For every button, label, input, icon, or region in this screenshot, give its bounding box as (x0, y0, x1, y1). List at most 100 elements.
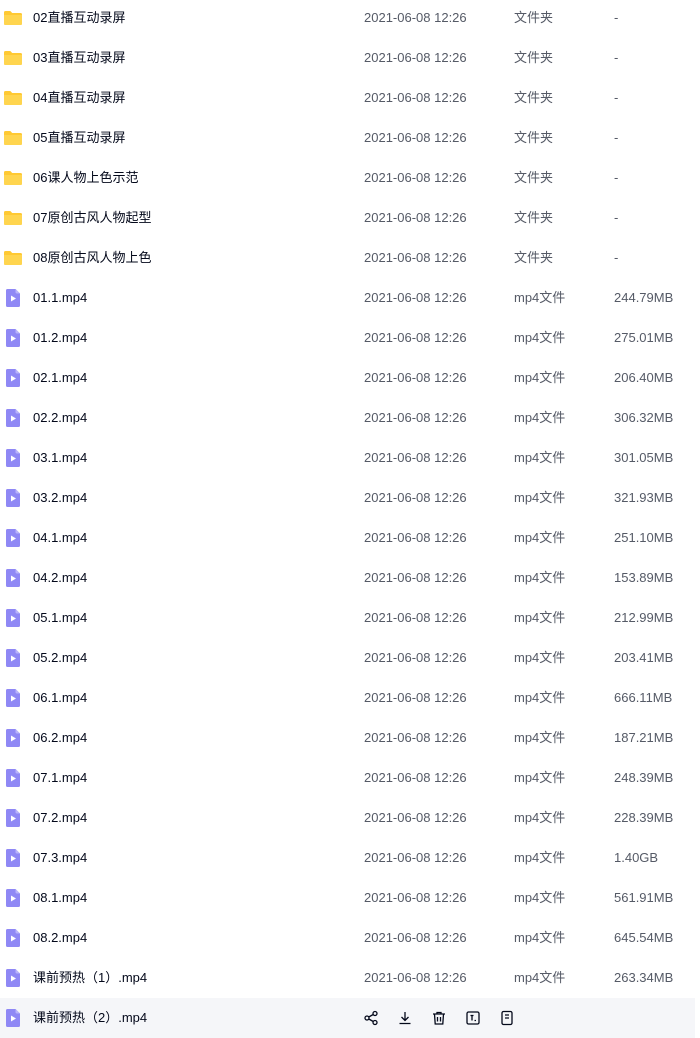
file-row[interactable]: 课前预热（1）.mp4 2021-06-08 12:26 mp4文件 263.3… (0, 958, 695, 998)
file-row[interactable]: 06.2.mp4 2021-06-08 12:26 mp4文件 187.21MB (0, 718, 695, 758)
file-date: 2021-06-08 12:26 (364, 610, 467, 625)
file-type: 文件夹 (514, 170, 554, 185)
file-row[interactable]: 02.2.mp4 2021-06-08 12:26 mp4文件 306.32MB (0, 398, 695, 438)
file-row[interactable]: 04.2.mp4 2021-06-08 12:26 mp4文件 153.89MB (0, 558, 695, 598)
file-row[interactable]: 08.1.mp4 2021-06-08 12:26 mp4文件 561.91MB (0, 878, 695, 918)
file-name[interactable]: 02.1.mp4 (33, 358, 87, 398)
file-name[interactable]: 02.2.mp4 (33, 398, 87, 438)
file-name[interactable]: 课前预热（1）.mp4 (33, 958, 147, 998)
file-type: 文件夹 (514, 250, 554, 265)
file-name[interactable]: 08原创古风人物上色 (33, 238, 151, 278)
file-date: 2021-06-08 12:26 (364, 450, 467, 465)
file-row[interactable]: 08.2.mp4 2021-06-08 12:26 mp4文件 645.54MB (0, 918, 695, 958)
video-file-icon (3, 1008, 23, 1028)
delete-icon[interactable] (428, 1007, 450, 1029)
file-size: - (614, 50, 619, 65)
video-file-icon (3, 568, 23, 588)
file-type: mp4文件 (514, 290, 566, 305)
file-type: mp4文件 (514, 810, 566, 825)
file-name[interactable]: 04.1.mp4 (33, 518, 87, 558)
file-row[interactable]: 07.2.mp4 2021-06-08 12:26 mp4文件 228.39MB (0, 798, 695, 838)
file-name[interactable]: 05直播互动录屏 (33, 118, 125, 158)
file-name[interactable]: 08.1.mp4 (33, 878, 87, 918)
file-name[interactable]: 05.1.mp4 (33, 598, 87, 638)
file-list: 02直播互动录屏 2021-06-08 12:26 文件夹 - 03直播互动录屏… (0, 0, 700, 1038)
folder-icon (3, 208, 23, 228)
file-row[interactable]: 03直播互动录屏 2021-06-08 12:26 文件夹 - (0, 38, 695, 78)
file-row-hovered[interactable]: 课前预热（2）.mp4 (0, 998, 695, 1038)
file-size: 263.34MB (614, 970, 674, 985)
file-type: mp4文件 (514, 730, 566, 745)
file-row[interactable]: 06课人物上色示范 2021-06-08 12:26 文件夹 - (0, 158, 695, 198)
file-date: 2021-06-08 12:26 (364, 810, 467, 825)
file-row[interactable]: 05.2.mp4 2021-06-08 12:26 mp4文件 203.41MB (0, 638, 695, 678)
file-name[interactable]: 01.2.mp4 (33, 318, 87, 358)
video-file-icon (3, 288, 23, 308)
video-file-icon (3, 928, 23, 948)
file-size: - (614, 210, 619, 225)
file-row[interactable]: 06.1.mp4 2021-06-08 12:26 mp4文件 666.11MB (0, 678, 695, 718)
file-name[interactable]: 07原创古风人物起型 (33, 198, 151, 238)
file-type: mp4文件 (514, 330, 566, 345)
file-row[interactable]: 05直播互动录屏 2021-06-08 12:26 文件夹 - (0, 118, 695, 158)
file-size: 203.41MB (614, 650, 674, 665)
file-row[interactable]: 01.2.mp4 2021-06-08 12:26 mp4文件 275.01MB (0, 318, 695, 358)
file-name[interactable]: 03.2.mp4 (33, 478, 87, 518)
file-row[interactable]: 05.1.mp4 2021-06-08 12:26 mp4文件 212.99MB (0, 598, 695, 638)
file-date: 2021-06-08 12:26 (364, 650, 467, 665)
file-date: 2021-06-08 12:26 (364, 730, 467, 745)
file-name[interactable]: 07.3.mp4 (33, 838, 87, 878)
file-row[interactable]: 02直播互动录屏 2021-06-08 12:26 文件夹 - (0, 0, 695, 38)
file-row[interactable]: 08原创古风人物上色 2021-06-08 12:26 文件夹 - (0, 238, 695, 278)
file-name[interactable]: 04直播互动录屏 (33, 78, 125, 118)
file-name[interactable]: 01.1.mp4 (33, 278, 87, 318)
file-name[interactable]: 05.2.mp4 (33, 638, 87, 678)
file-size: 244.79MB (614, 290, 674, 305)
file-size: 301.05MB (614, 450, 674, 465)
folder-icon (3, 248, 23, 268)
download-icon[interactable] (394, 1007, 416, 1029)
file-name[interactable]: 08.2.mp4 (33, 918, 87, 958)
file-type: mp4文件 (514, 650, 566, 665)
file-row[interactable]: 04.1.mp4 2021-06-08 12:26 mp4文件 251.10MB (0, 518, 695, 558)
file-row[interactable]: 03.1.mp4 2021-06-08 12:26 mp4文件 301.05MB (0, 438, 695, 478)
file-type: mp4文件 (514, 610, 566, 625)
file-name[interactable]: 06.1.mp4 (33, 678, 87, 718)
video-file-icon (3, 528, 23, 548)
file-type: 文件夹 (514, 50, 554, 65)
file-row[interactable]: 01.1.mp4 2021-06-08 12:26 mp4文件 244.79MB (0, 278, 695, 318)
folder-icon (3, 168, 23, 188)
file-name[interactable]: 课前预热（2）.mp4 (33, 998, 147, 1038)
file-type: mp4文件 (514, 410, 566, 425)
file-size: 666.11MB (614, 690, 673, 705)
file-date: 2021-06-08 12:26 (364, 570, 467, 585)
file-row[interactable]: 02.1.mp4 2021-06-08 12:26 mp4文件 206.40MB (0, 358, 695, 398)
file-date: 2021-06-08 12:26 (364, 370, 467, 385)
more-icon[interactable] (496, 1007, 518, 1029)
rename-icon[interactable] (462, 1007, 484, 1029)
file-name[interactable]: 07.2.mp4 (33, 798, 87, 838)
video-file-icon (3, 368, 23, 388)
file-date: 2021-06-08 12:26 (364, 50, 467, 65)
video-file-icon (3, 448, 23, 468)
file-row[interactable]: 03.2.mp4 2021-06-08 12:26 mp4文件 321.93MB (0, 478, 695, 518)
file-name[interactable]: 03直播互动录屏 (33, 38, 125, 78)
file-date: 2021-06-08 12:26 (364, 690, 467, 705)
share-icon[interactable] (360, 1007, 382, 1029)
file-row[interactable]: 04直播互动录屏 2021-06-08 12:26 文件夹 - (0, 78, 695, 118)
file-size: 212.99MB (614, 610, 674, 625)
file-name[interactable]: 02直播互动录屏 (33, 0, 125, 38)
file-date: 2021-06-08 12:26 (364, 330, 467, 345)
file-name[interactable]: 04.2.mp4 (33, 558, 87, 598)
folder-icon (3, 88, 23, 108)
file-name[interactable]: 07.1.mp4 (33, 758, 87, 798)
folder-icon (3, 48, 23, 68)
file-row[interactable]: 07原创古风人物起型 2021-06-08 12:26 文件夹 - (0, 198, 695, 238)
file-row[interactable]: 07.1.mp4 2021-06-08 12:26 mp4文件 248.39MB (0, 758, 695, 798)
video-file-icon (3, 888, 23, 908)
file-name[interactable]: 06.2.mp4 (33, 718, 87, 758)
file-name[interactable]: 06课人物上色示范 (33, 158, 138, 198)
file-row[interactable]: 07.3.mp4 2021-06-08 12:26 mp4文件 1.40GB (0, 838, 695, 878)
file-size: 228.39MB (614, 810, 674, 825)
file-name[interactable]: 03.1.mp4 (33, 438, 87, 478)
